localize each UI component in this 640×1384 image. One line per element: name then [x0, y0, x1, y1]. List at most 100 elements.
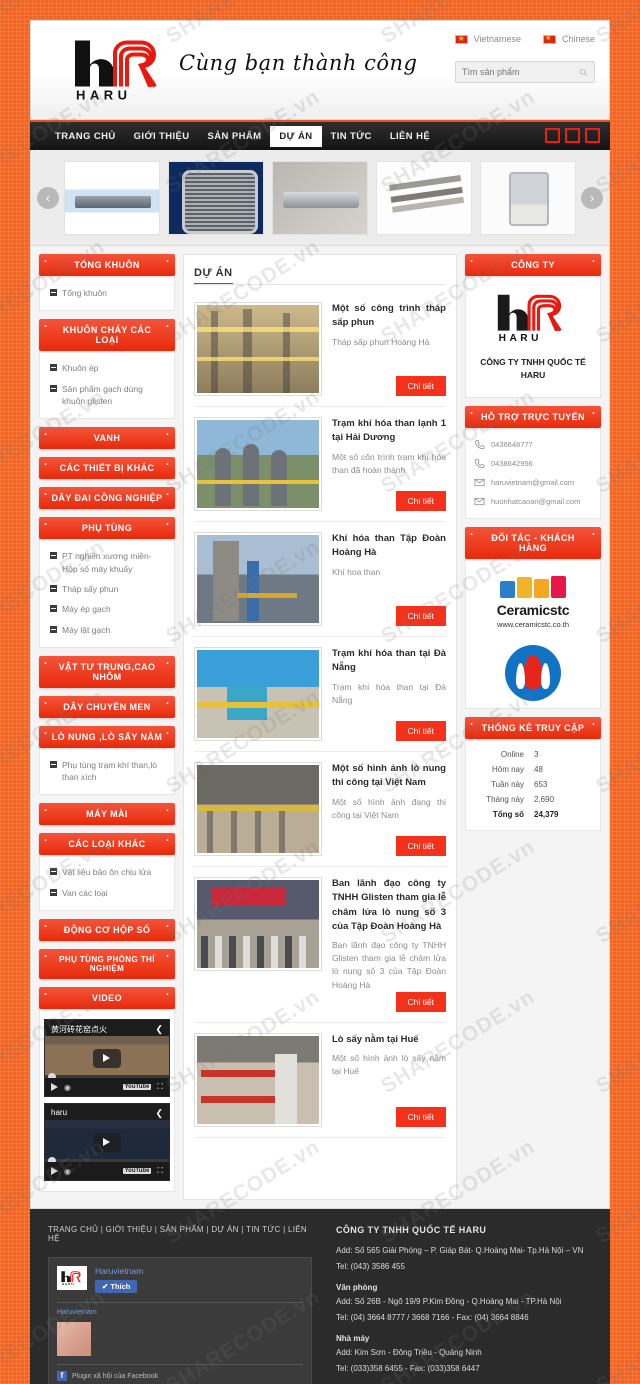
project-title[interactable]: Ban lãnh đạo công ty TNHH Glisten tham g… — [332, 877, 446, 934]
fullscreen-icon[interactable]: ⛶ — [157, 1082, 163, 1092]
detail-button[interactable]: Chi tiết — [395, 491, 446, 511]
project-list-item[interactable]: Lò sấy nằm tại Huế Một số hình ảnh lò sấ… — [194, 1023, 446, 1138]
thumb-coal-gasifier[interactable] — [194, 532, 322, 626]
detail-button[interactable]: Chi tiết — [395, 1106, 446, 1127]
partner-url[interactable]: www.ceramicstc.co.th — [474, 620, 592, 629]
play-button[interactable] — [93, 1133, 121, 1153]
project-title[interactable]: Trạm khí hóa than tại Đà Nẵng — [332, 647, 446, 676]
play-icon[interactable] — [51, 1167, 58, 1176]
detail-button[interactable]: Chi tiết — [395, 836, 446, 856]
search-input[interactable] — [462, 67, 579, 77]
sidebar-block-title[interactable]: DÂY CHUYỀN MEN — [39, 695, 175, 718]
project-list-item[interactable]: Khí hóa than Tập Đoàn Hoàng Hà Khí hoa t… — [194, 522, 446, 637]
lang-chinese[interactable]: Chinese — [542, 33, 595, 44]
facebook-follower-avatar[interactable] — [57, 1322, 91, 1357]
company-block-title[interactable]: CÔNG TY — [465, 254, 601, 276]
fullscreen-icon[interactable]: ⛶ — [157, 1166, 163, 1176]
facebook-subtitle[interactable]: Haruvietnam — [57, 1302, 303, 1316]
play-icon[interactable] — [51, 1083, 58, 1092]
search-icon[interactable] — [579, 66, 588, 79]
sidebar-item-pt-nghien[interactable]: PT nghiền xương miền-Hộp số máy khuấy — [48, 546, 166, 579]
share-icon[interactable]: ❮ — [155, 1024, 163, 1035]
partners-block-title[interactable]: ĐỐI TÁC - KHÁCH HÀNG — [465, 526, 601, 559]
youtube-logo-icon[interactable]: YouTube — [122, 1084, 152, 1091]
contact-email-1[interactable]: haruvietnam@gmail.com — [474, 473, 592, 492]
product-slide-metal-bar[interactable] — [64, 160, 160, 235]
project-list-item[interactable]: Trạm khí hóa than lạnh 1 tại Hải Dương M… — [194, 407, 446, 522]
search-box[interactable] — [455, 61, 595, 83]
product-slide-mesh-plate[interactable] — [168, 160, 264, 235]
sidebar-item-van-cac-loai[interactable]: Van các loại — [48, 883, 166, 903]
youtube-logo-icon[interactable]: YouTube — [122, 1168, 152, 1175]
sidebar-item-san-pham-gach[interactable]: Sản phẩm gạch dùng khuôn glisten — [48, 379, 166, 412]
sidebar-item-khuon-ep[interactable]: Khuôn ép — [48, 358, 166, 378]
twitter-icon[interactable] — [565, 128, 580, 143]
contact-phone-1[interactable]: 0436648777 — [474, 435, 592, 454]
facebook-page-name[interactable]: Haruvietnam — [95, 1266, 143, 1276]
project-title[interactable]: Khí hóa than Tập Đoàn Hoàng Hà — [332, 532, 446, 561]
sidebar-block-title[interactable]: PHỤ TÙNG — [39, 517, 175, 540]
nav-item-gioi-thieu[interactable]: GIỚI THIỆU — [125, 126, 199, 147]
sidebar-block-title[interactable]: CÁC THIẾT BỊ KHÁC — [39, 457, 175, 480]
nav-item-san-pham[interactable]: SẢN PHẨM — [199, 126, 271, 147]
nav-item-trang-chu[interactable]: TRANG CHỦ — [46, 126, 125, 147]
sidebar-block-title[interactable]: VANH — [39, 427, 175, 450]
detail-button[interactable]: Chi tiết — [395, 606, 446, 626]
sidebar-item-may-ep-gach[interactable]: Máy ép gạch — [48, 599, 166, 619]
sidebar-block-title[interactable]: KHUÔN CHÁY CÁC LOẠI — [39, 319, 175, 352]
sidebar-block-title[interactable]: CÁC LOẠI KHÁC — [39, 833, 175, 856]
project-list-item[interactable]: Một số công trình tháp sấp phun Tháp sấp… — [194, 292, 446, 407]
sidebar-block-title[interactable]: PHỤ TÙNG PHÒNG THÍ NGHIỆM — [39, 949, 175, 980]
project-list-item[interactable]: Trạm khí hóa than tại Đà Nẵng Trạm khí h… — [194, 637, 446, 752]
sidebar-block-title[interactable]: DÂY ĐAI CÔNG NGHIỆP — [39, 487, 175, 510]
nav-item-tin-tuc[interactable]: TIN TỨC — [322, 126, 381, 147]
sidebar-block-title[interactable]: VẬT TƯ TRUNG,CAO NHÔM — [39, 655, 175, 688]
sidebar-block-title[interactable]: TỔNG KHUÔN — [39, 254, 175, 276]
support-block-title[interactable]: HỖ TRỢ TRỰC TUYẾN — [465, 405, 601, 428]
sidebar-block-title[interactable]: MÁY MÀI — [39, 803, 175, 826]
thumb-kiln-construction[interactable] — [194, 762, 322, 856]
thumb-ceremony-group[interactable] — [194, 877, 322, 971]
flame-logo-icon[interactable] — [505, 644, 561, 701]
nav-item-du-an[interactable]: DỰ ÁN — [270, 125, 322, 147]
video-player-1[interactable]: 黄河砖花窑点火 ❮ ◉ YouTube ⛶ — [44, 1019, 170, 1098]
google-plus-icon[interactable] — [585, 128, 600, 143]
sidebar-item-vat-lieu-bao-on[interactable]: Vật liệu bảo ôn chịu lửa — [48, 862, 166, 882]
product-slide-roller[interactable] — [272, 160, 368, 235]
ceramicstc-logo-icon[interactable]: Ceramicstc www.ceramicstc.co.th — [474, 566, 592, 633]
share-icon[interactable]: ❮ — [155, 1108, 163, 1119]
project-list-item[interactable]: Ban lãnh đạo công ty TNHH Glisten tham g… — [194, 867, 446, 1023]
thumb-gasification-station[interactable] — [194, 417, 322, 511]
thumb-spray-tower[interactable] — [194, 302, 322, 396]
project-list-item[interactable]: Một số hình ảnh lò nung thi công tại Việ… — [194, 752, 446, 867]
product-slide-sieve-shaker[interactable] — [480, 160, 576, 235]
play-button[interactable] — [93, 1049, 121, 1069]
project-title[interactable]: Một số hình ảnh lò nung thi công tại Việ… — [332, 762, 446, 791]
volume-icon[interactable]: ◉ — [64, 1167, 71, 1176]
sidebar-item-thap-say-phun[interactable]: Tháp sấy phun — [48, 579, 166, 599]
thumb-dryer-hue[interactable] — [194, 1032, 322, 1127]
footer-nav[interactable]: TRANG CHỦ | GIỚI THIỆU | SẢN PHẨM | DỰ Á… — [48, 1225, 312, 1243]
slider-prev-button[interactable]: ‹ — [37, 187, 59, 209]
thumb-danang-station[interactable] — [194, 647, 322, 741]
lang-vietnamese[interactable]: Vietnamese — [454, 33, 521, 44]
project-title[interactable]: Lò sấy nằm tại Huế — [332, 1033, 446, 1047]
project-title[interactable]: Trạm khí hóa than lạnh 1 tại Hải Dương — [332, 417, 446, 446]
project-title[interactable]: Một số công trình tháp sấp phun — [332, 302, 446, 331]
detail-button[interactable]: Chi tiết — [395, 376, 446, 396]
detail-button[interactable]: Chi tiết — [395, 721, 446, 741]
sidebar-block-title[interactable]: ĐỘNG CƠ HỘP SỐ — [39, 919, 175, 942]
detail-button[interactable]: Chi tiết — [395, 991, 446, 1012]
sidebar-item-phu-tung-tram-khi-than[interactable]: Phụ tùng trạm khí than,lò than xích — [48, 755, 166, 788]
facebook-like-button[interactable]: ✔ Thích — [95, 1280, 138, 1294]
contact-phone-2[interactable]: 0438642956 — [474, 454, 592, 473]
sidebar-item-tong-khuon[interactable]: Tổng khuôn — [48, 283, 166, 303]
slider-next-button[interactable]: › — [581, 187, 603, 209]
sidebar-item-may-lat-gach[interactable]: Máy lật gạch — [48, 620, 166, 640]
sidebar-block-title[interactable]: LÒ NUNG ,LÒ SẤY NẰM — [39, 725, 175, 748]
video-player-2[interactable]: haru ❮ ◉ YouTube ⛶ — [44, 1103, 170, 1182]
volume-icon[interactable]: ◉ — [64, 1083, 71, 1092]
haru-logo-icon[interactable]: HARU — [65, 35, 175, 103]
nav-item-lien-he[interactable]: LIÊN HỆ — [381, 126, 439, 147]
product-slide-test-machine[interactable] — [376, 160, 472, 235]
